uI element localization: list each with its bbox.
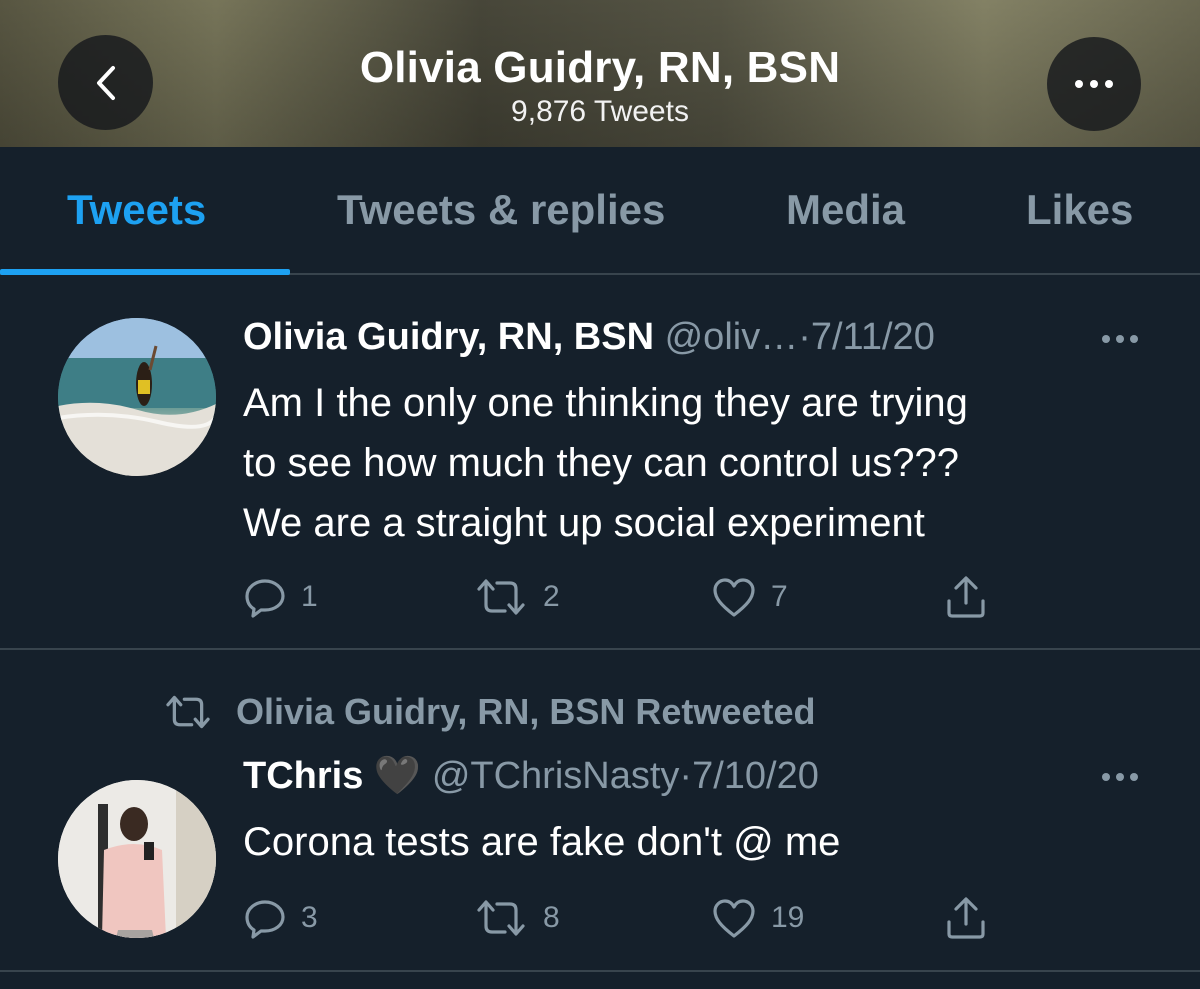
share-button[interactable] <box>943 575 989 619</box>
author-handle[interactable]: @TChrisNasty <box>432 755 680 797</box>
like-button[interactable]: 19 <box>711 896 804 940</box>
tweet-text-line: Corona tests are fake don't @ me <box>243 820 841 864</box>
tab-media[interactable]: Media <box>786 185 905 235</box>
profile-tabs: Tweets Tweets & replies Media Likes <box>0 147 1200 275</box>
tweet-date[interactable]: 7/11/20 <box>811 316 935 358</box>
tweet-text-line: Am I the only one thinking they are tryi… <box>243 381 968 425</box>
heart-icon <box>713 899 755 938</box>
more-horizontal-icon[interactable] <box>1098 767 1142 787</box>
retweeted-by[interactable]: Olivia Guidry, RN, BSN Retweeted <box>160 690 815 734</box>
retweet-button[interactable]: 2 <box>473 575 560 619</box>
tweet[interactable]: Olivia Guidry, RN, BSN Retweeted TChris … <box>0 652 1200 972</box>
page-title: Olivia Guidry, RN, BSN <box>359 43 841 92</box>
reply-button[interactable]: 3 <box>243 896 318 940</box>
avatar-photo <box>58 318 216 476</box>
reply-icon <box>245 579 285 618</box>
retweet-icon <box>166 695 210 729</box>
tweet-text: Corona tests are fake don't @ me <box>243 812 1143 872</box>
more-horizontal-icon[interactable] <box>1098 329 1142 349</box>
header-title-block: Olivia Guidry, RN, BSN 9,876 Tweets <box>0 42 1200 130</box>
share-button[interactable] <box>943 896 989 940</box>
share-icon <box>947 897 985 939</box>
tweet-header: Olivia Guidry, RN, BSN @oliv…·7/11/20 <box>243 314 935 360</box>
retweet-count: 8 <box>543 901 560 934</box>
retweet-button[interactable]: 8 <box>473 896 560 940</box>
like-count: 19 <box>771 901 805 934</box>
heart-icon <box>713 578 755 617</box>
tweet-text-line: We are a straight up social experiment <box>243 501 925 545</box>
retweeted-by-label: Olivia Guidry, RN, BSN Retweeted <box>236 691 816 732</box>
avatar[interactable] <box>58 780 216 938</box>
tab-likes[interactable]: Likes <box>1026 185 1133 235</box>
separator-dot: · <box>798 316 811 358</box>
more-horizontal-icon <box>1075 80 1113 88</box>
profile-header: Olivia Guidry, RN, BSN 9,876 Tweets <box>0 0 1200 147</box>
like-count: 7 <box>771 580 788 613</box>
tab-tweets[interactable]: Tweets <box>67 185 206 235</box>
tweet-count: 9,876 Tweets <box>511 95 689 128</box>
retweet-icon <box>477 900 525 936</box>
avatar-photo <box>58 780 216 938</box>
author-name[interactable]: Olivia Guidry, RN, BSN <box>243 316 654 358</box>
tweet-header: TChris 🖤 @TChrisNasty·7/10/20 <box>243 752 819 799</box>
tweet-actions: 3 8 19 <box>243 896 1003 940</box>
reply-button[interactable]: 1 <box>243 575 318 619</box>
author-name[interactable]: TChris <box>243 755 363 797</box>
reply-count: 1 <box>301 580 318 613</box>
share-icon <box>947 576 985 618</box>
active-tab-indicator <box>0 269 290 275</box>
tweet-text: Am I the only one thinking they are tryi… <box>243 373 1143 553</box>
reply-count: 3 <box>301 901 318 934</box>
author-handle[interactable]: @oliv… <box>665 316 799 358</box>
tweet-date[interactable]: 7/10/20 <box>692 755 819 797</box>
tab-tweets-and-replies[interactable]: Tweets & replies <box>337 185 665 235</box>
like-button[interactable]: 7 <box>711 575 788 619</box>
tweet-actions: 1 2 7 <box>243 575 1003 619</box>
tweet-text-line: to see how much they can control us??? <box>243 441 959 485</box>
retweet-icon <box>477 579 525 615</box>
more-options-button[interactable] <box>1047 37 1141 131</box>
separator-dot: · <box>679 755 693 797</box>
avatar[interactable] <box>58 318 216 476</box>
retweet-count: 2 <box>543 580 560 613</box>
black-heart-emoji: 🖤 <box>373 753 422 797</box>
tweet[interactable]: Olivia Guidry, RN, BSN @oliv…·7/11/20 Am… <box>0 277 1200 650</box>
reply-icon <box>245 900 285 939</box>
